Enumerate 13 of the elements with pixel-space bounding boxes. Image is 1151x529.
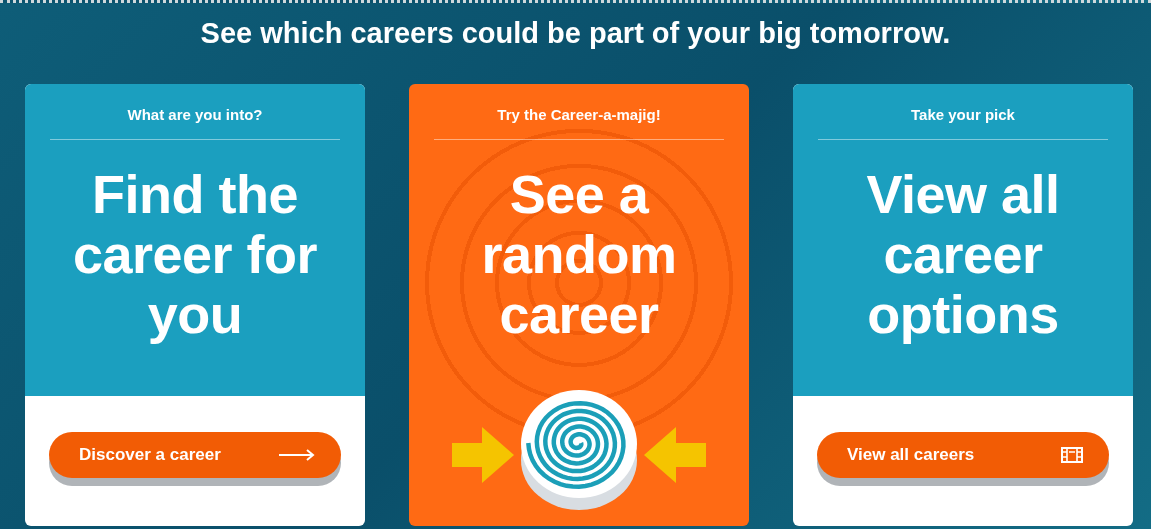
arrow-right-icon bbox=[452, 427, 514, 483]
random-career-card[interactable]: Try the Career-a-majig! See a random career bbox=[409, 84, 749, 526]
card-eyebrow: What are you into? bbox=[127, 106, 263, 123]
film-icon bbox=[1061, 447, 1083, 463]
card-eyebrow: Try the Career-a-majig! bbox=[497, 106, 661, 123]
page-heading: See which careers could be part of your big tomorrow. bbox=[199, 16, 952, 51]
card-headline: View all career options bbox=[866, 164, 1060, 344]
spiral-button[interactable] bbox=[518, 388, 640, 512]
card-eyebrow: Take your pick bbox=[911, 106, 1015, 123]
arrow-left-icon bbox=[644, 427, 706, 483]
card-headline: Find the career for you bbox=[72, 164, 318, 344]
arrow-right-icon bbox=[279, 449, 315, 461]
card-headline: See a random career bbox=[481, 164, 677, 344]
